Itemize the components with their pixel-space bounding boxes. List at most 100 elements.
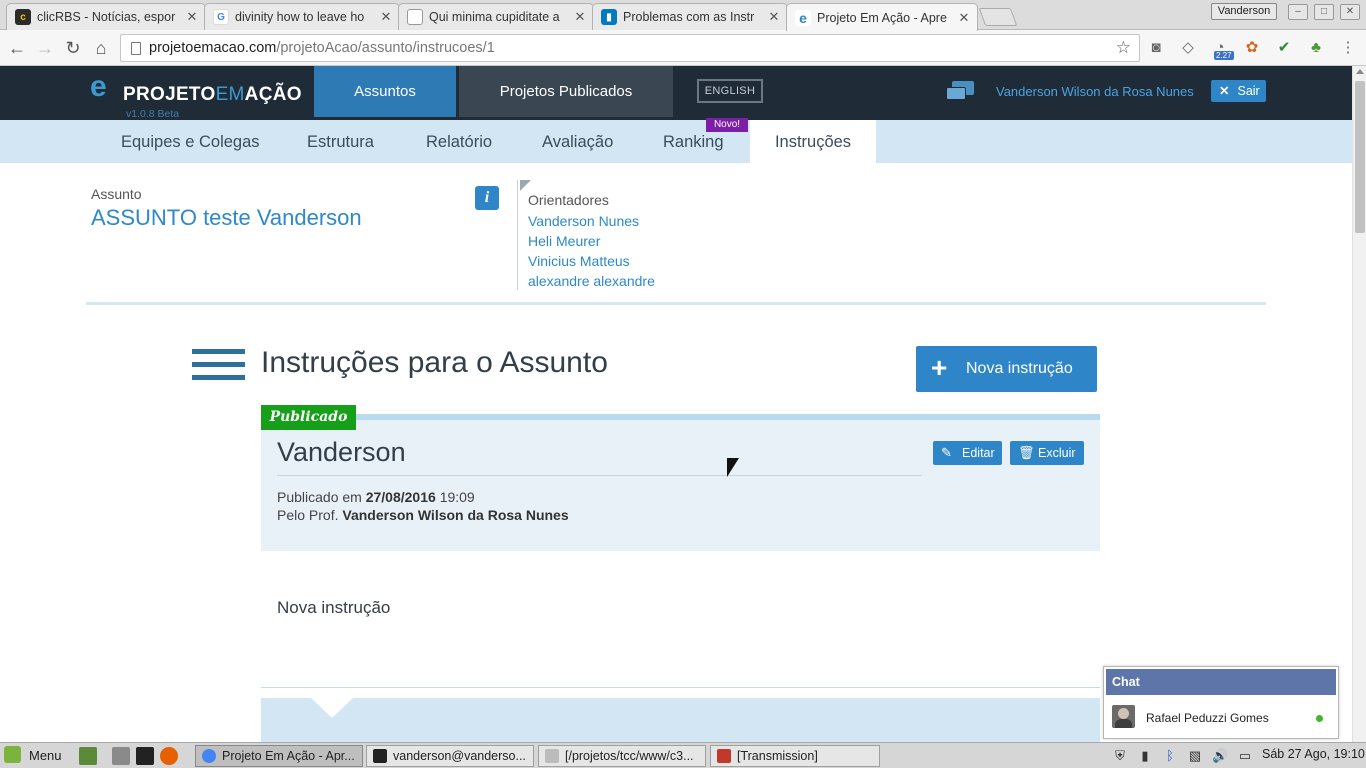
browser-tab-qui-minima[interactable]: Qui minima cupiditate a ✕	[398, 3, 594, 30]
camera-icon[interactable]: ◙	[1147, 39, 1165, 57]
page-scrollbar[interactable]	[1352, 66, 1366, 742]
next-section	[261, 698, 1100, 746]
battery-icon[interactable]: ▭	[1237, 748, 1253, 764]
tab-equipes[interactable]: Equipes e Colegas	[121, 120, 260, 163]
taskbar-task-terminal[interactable]: vanderson@vanderso...	[366, 745, 534, 767]
new-tab-button[interactable]	[978, 8, 1018, 26]
user-name-link[interactable]: Vanderson Wilson da Rosa Nunes	[996, 84, 1194, 99]
page-icon	[407, 9, 423, 25]
advisor-link[interactable]: Vanderson Nunes	[528, 213, 639, 229]
maximize-icon[interactable]: □	[1314, 4, 1334, 20]
new-instruction-button[interactable]: + Nova instrução	[916, 346, 1097, 392]
advisor-link[interactable]: Vinicius Matteus	[528, 253, 630, 269]
scroll-thumb[interactable]	[1355, 81, 1365, 233]
chat-contact[interactable]: Rafael Peduzzi Gomes	[1146, 711, 1269, 725]
url-text[interactable]: projetoemacao.com/projetoAcao/assunto/in…	[149, 40, 495, 56]
site-header: e PROJETOEMAÇÃO v1.0.8 Beta Assuntos Pro…	[0, 66, 1352, 120]
page-info-icon[interactable]	[131, 42, 141, 55]
close-tab-icon[interactable]: ✕	[377, 9, 395, 25]
scroll-up-icon[interactable]	[1356, 69, 1364, 74]
browser-tab-divinity[interactable]: G divinity how to leave ho ✕	[204, 3, 400, 30]
firefox-icon[interactable]	[160, 747, 178, 765]
advisors-label: Orientadores	[528, 192, 609, 208]
card-divider	[277, 475, 922, 476]
tab-estrutura[interactable]: Estrutura	[307, 120, 374, 163]
sub-navigation: Equipes e Colegas Estrutura Relatório Av…	[0, 120, 1352, 163]
minimize-icon[interactable]: –	[1288, 4, 1308, 20]
editor-icon	[545, 749, 559, 763]
back-icon[interactable]: ←	[6, 37, 28, 59]
terminal-icon	[373, 749, 387, 763]
google-icon: G	[213, 9, 229, 25]
advisor-link[interactable]: Heli Meurer	[528, 233, 600, 249]
network-icon[interactable]: ▧	[1187, 748, 1203, 764]
browser-tab-trello[interactable]: ▮ Problemas com as Instr ✕	[592, 3, 788, 30]
browser-tab-projetoemacao[interactable]: e Projeto Em Ação - Apre ✕	[786, 3, 978, 31]
browser-tab-bar: c clicRBS - Notícias, espor ✕ G divinity…	[0, 0, 1366, 31]
tab-instrucoes[interactable]: Instruções	[750, 120, 876, 163]
trello-icon: ▮	[601, 9, 617, 25]
signal-icon[interactable]: ▮	[1137, 748, 1153, 764]
clock[interactable]: Sáb 27 Ago, 19:10	[1262, 747, 1365, 761]
close-tab-icon[interactable]: ✕	[955, 10, 973, 26]
address-bar[interactable]: projetoemacao.com/projetoAcao/assunto/in…	[120, 34, 1140, 62]
delete-button[interactable]: 🗑 Excluir	[1010, 441, 1084, 465]
new-badge: Novo!	[706, 118, 748, 132]
close-window-icon[interactable]: ✕	[1340, 4, 1360, 20]
info-icon[interactable]: i	[475, 186, 499, 210]
corner-fold-icon	[520, 180, 531, 191]
instruction-title: Vanderson	[277, 437, 406, 467]
taskbar-task-editor[interactable]: [/projetos/tcc/www/c3...	[538, 745, 706, 767]
tab-title: Qui minima cupiditate a	[429, 10, 560, 24]
taskbar-task-browser[interactable]: Projeto Em Ação - Apr...	[195, 745, 363, 767]
file-manager-icon[interactable]	[112, 747, 130, 765]
menu-dots-icon[interactable]: ⋮	[1339, 39, 1357, 57]
profile-badge[interactable]: Vanderson	[1211, 3, 1277, 20]
chat-header[interactable]: Chat	[1106, 669, 1336, 695]
terminal-icon[interactable]	[136, 747, 154, 765]
close-tab-icon[interactable]: ✕	[765, 9, 783, 25]
advisor-link[interactable]: alexandre alexandre	[528, 273, 655, 289]
close-tab-icon[interactable]: ✕	[183, 9, 201, 25]
clicrbs-icon: c	[15, 9, 31, 25]
bookmark-star-icon[interactable]: ☆	[1116, 38, 1131, 58]
bluetooth-icon[interactable]: ᛒ	[1162, 748, 1178, 764]
volume-icon[interactable]: 🔊	[1212, 748, 1228, 764]
subject-label: Assunto	[91, 186, 142, 202]
start-menu-button[interactable]: Menu	[4, 746, 62, 766]
transmission-icon	[717, 749, 731, 763]
edit-button[interactable]: ✎ Editar	[933, 441, 1002, 465]
subject-title[interactable]: ASSUNTO teste Vanderson	[91, 205, 362, 231]
shield-icon[interactable]: ⛨	[1112, 748, 1128, 764]
taskbar-task-transmission[interactable]: [Transmission]	[710, 745, 880, 767]
author-info: Pelo Prof. Vanderson Wilson da Rosa Nune…	[277, 507, 569, 523]
tab-title: clicRBS - Notícias, espor	[37, 10, 176, 24]
os-taskbar: Menu Projeto Em Ação - Apr... vanderson@…	[0, 742, 1366, 768]
chrome-icon	[202, 749, 216, 763]
flower-icon[interactable]: ✿	[1243, 39, 1261, 57]
tab-avaliacao[interactable]: Avaliação	[542, 120, 613, 163]
messages-icon[interactable]	[946, 81, 974, 105]
menu-icon[interactable]	[192, 349, 245, 381]
browser-tab-clicrbs[interactable]: c clicRBS - Notícias, espor ✕	[6, 3, 206, 30]
tab-title: Projeto Em Ação - Apre	[817, 10, 947, 25]
projetoemacao-icon: e	[795, 9, 811, 26]
close-tab-icon[interactable]: ✕	[571, 9, 589, 25]
language-button[interactable]: ENGLISH	[697, 79, 763, 103]
checkmark-icon[interactable]: ✔	[1275, 39, 1293, 57]
reload-icon[interactable]: ↻	[62, 37, 84, 59]
home-icon[interactable]: ⌂	[90, 37, 112, 59]
page-title: Instruções para o Assunto	[261, 346, 608, 379]
nav-assuntos[interactable]: Assuntos	[314, 66, 456, 117]
tab-relatorio[interactable]: Relatório	[426, 120, 492, 163]
show-desktop-icon[interactable]	[79, 747, 97, 765]
forward-icon[interactable]: →	[34, 37, 56, 59]
extension-badge: 2.27	[1214, 51, 1234, 60]
trash-icon: 🗑	[1018, 445, 1035, 460]
diamond-icon[interactable]: ◇	[1179, 39, 1197, 57]
logout-button[interactable]: ✕ Sair	[1211, 80, 1266, 102]
leaf-icon[interactable]: ♣	[1307, 39, 1325, 57]
nav-projetos-publicados[interactable]: Projetos Publicados	[459, 66, 673, 117]
section-divider	[86, 302, 1266, 305]
plus-icon: +	[931, 352, 948, 383]
